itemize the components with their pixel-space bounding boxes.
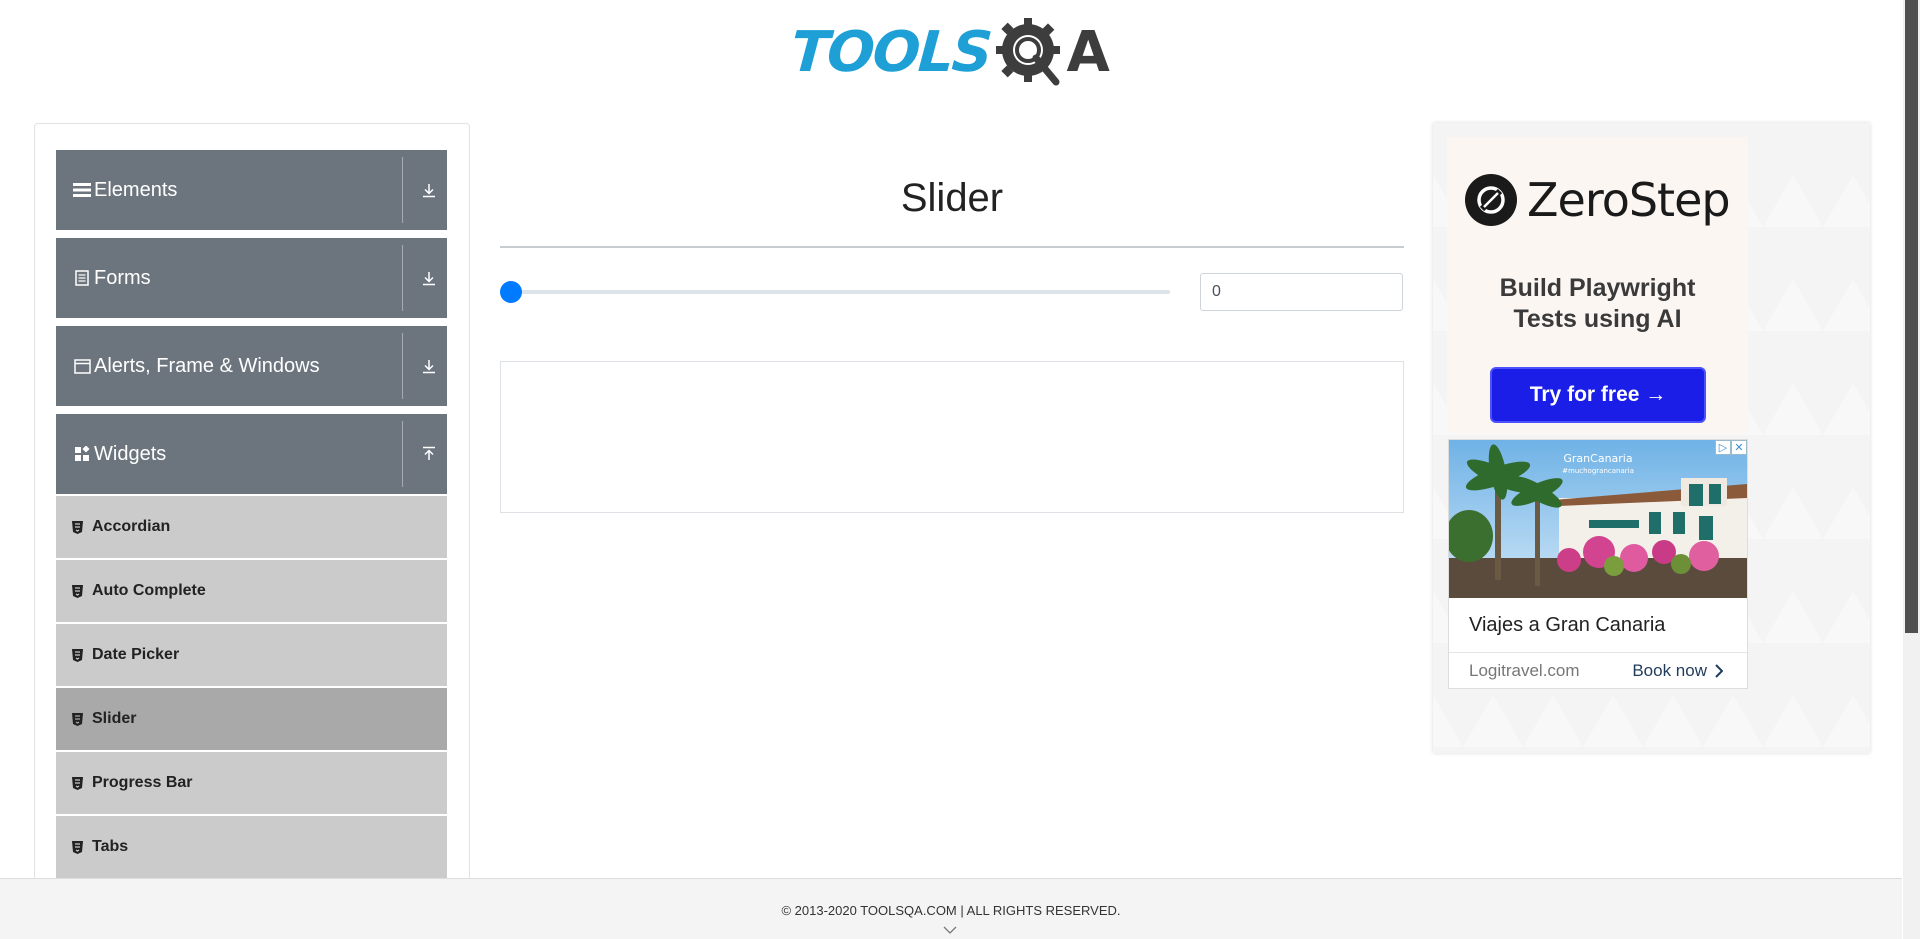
sidebar-item-label: Tabs [92,838,129,855]
try-for-free-button[interactable]: Try for free → [1490,367,1706,423]
html5-icon [70,520,84,534]
chevron-right-icon [1715,663,1723,678]
widgets-icon [72,444,92,464]
html5-icon [70,584,84,598]
html5-icon [70,776,84,790]
photo-caption: GranCanaria [1563,452,1632,465]
photo-subcaption: #muchograncanaria [1562,467,1634,475]
logo-text-a: A [1066,19,1109,85]
zerostep-brand: ZeroStep [1465,173,1731,227]
list-icon [72,180,92,200]
html5-icon [70,840,84,854]
title-divider [500,246,1404,248]
sidebar-item-tabs[interactable]: Tabs [56,816,447,878]
zerostep-ad[interactable]: ZeroStep Build Playwright Tests using AI… [1447,137,1748,433]
toolsqa-logo[interactable]: TOOLS A [788,14,1110,90]
window-icon [72,356,92,376]
logo-qa: A [994,14,1110,90]
sidebar-item-label: Auto Complete [92,582,206,599]
gran-canaria-ad[interactable]: GranCanaria #muchograncanaria ▷ ✕ Viajes… [1448,439,1748,689]
divider [402,421,403,487]
sidebar-item-auto-complete[interactable]: Auto Complete [56,560,447,622]
sidebar-item-date-picker[interactable]: Date Picker [56,624,447,686]
group-label: Alerts, Frame & Windows [94,354,320,377]
zerostep-logo-icon [1465,174,1517,226]
ad-domain[interactable]: Logitravel.com [1469,661,1632,681]
upload-arrow-icon[interactable] [421,446,437,462]
divider [402,333,403,399]
slider-track[interactable] [510,290,1170,294]
sidebar-item-slider[interactable]: Slider [56,688,447,750]
footer: © 2013-2020 TOOLSQA.COM | ALL RIGHTS RES… [0,878,1902,939]
document-icon [72,268,92,288]
sidebar-item-accordian[interactable]: Accordian [56,496,447,558]
book-now-link[interactable]: Book now [1632,661,1723,681]
group-label: Forms [94,266,151,289]
tagline-line-1: Build Playwright [1499,274,1696,302]
sidebar-item-label: Accordian [92,518,171,535]
group-alerts-frame-windows[interactable]: Alerts, Frame & Windows [56,326,447,406]
divider [402,157,403,223]
page: TOOLS A Elements Forms Alerts, Frame & W… [0,0,1920,939]
left-nav-panel: Elements Forms Alerts, Frame & Windows W… [34,123,470,939]
ad-footer: Logitravel.com Book now [1449,652,1747,688]
ad-close-icon[interactable]: ✕ [1731,440,1747,455]
chevron-down-icon[interactable] [942,925,958,935]
ad-choices[interactable]: ▷ ✕ [1715,440,1747,455]
group-label: Elements [94,178,178,201]
sidebar-item-label: Progress Bar [92,774,193,791]
group-elements[interactable]: Elements [56,150,447,230]
group-widgets[interactable]: Widgets [56,414,447,494]
download-arrow-icon[interactable] [421,182,437,198]
sidebar-item-label: Date Picker [92,646,180,663]
download-arrow-icon[interactable] [421,270,437,286]
html5-icon [70,648,84,662]
html5-icon [70,712,84,726]
sidebar-item-label: Slider [92,710,137,727]
zerostep-name: ZeroStep [1527,173,1731,227]
book-now-label: Book now [1632,660,1707,680]
slider-thumb[interactable] [500,281,522,303]
gran-canaria-photo-image: GranCanaria #muchograncanaria [1449,440,1747,598]
ad-photo: GranCanaria #muchograncanaria ▷ ✕ [1449,440,1747,598]
tagline-line-2: Tests using AI [1513,305,1682,333]
result-box [500,361,1404,513]
ad-choices-icon[interactable]: ▷ [1715,440,1731,455]
ad-headline[interactable]: Viajes a Gran Canaria [1469,614,1665,637]
page-title: Slider [900,176,1004,220]
logo-text-tools: TOOLS [788,19,993,85]
scrollbar-thumb[interactable] [1905,0,1918,633]
sidebar-item-progress-bar[interactable]: Progress Bar [56,752,447,814]
gear-magnifier-icon [996,18,1061,86]
group-forms[interactable]: Forms [56,238,447,318]
footer-copyright: © 2013-2020 TOOLSQA.COM | ALL RIGHTS RES… [781,903,1121,918]
zerostep-tagline: Build Playwright Tests using AI [1447,273,1748,335]
group-label: Widgets [94,442,167,465]
divider [402,245,403,311]
advertisement[interactable]: ZeroStep Build Playwright Tests using AI… [1433,123,1870,753]
slider-value-field[interactable]: 0 [1200,273,1403,311]
download-arrow-icon[interactable] [421,358,437,374]
